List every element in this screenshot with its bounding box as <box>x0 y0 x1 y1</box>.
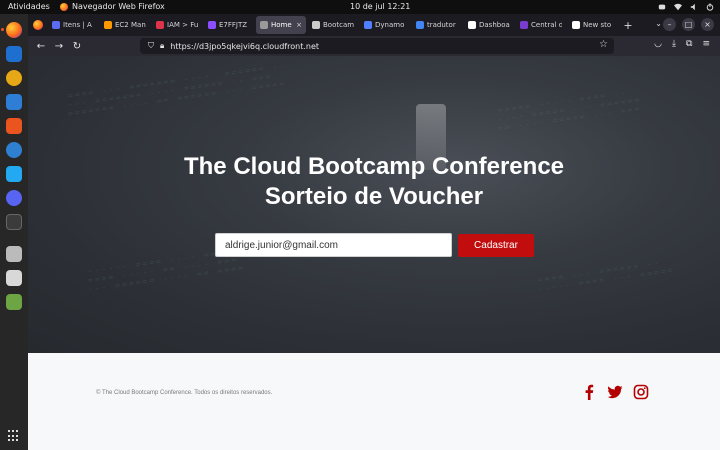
forward-icon[interactable]: → <box>50 41 68 52</box>
shield-icon[interactable]: ⛉ <box>148 41 154 51</box>
drive-icon[interactable] <box>6 246 22 262</box>
title-line-2: Sorteio de Voucher <box>264 183 484 210</box>
writer-launcher-icon[interactable] <box>6 94 22 110</box>
app-name-label: Navegador Web Firefox <box>72 2 165 11</box>
browser-tab[interactable]: tradutor <box>412 16 462 34</box>
tab-label: Dashboa <box>479 21 510 29</box>
discord-launcher-icon[interactable] <box>6 190 22 206</box>
bookmark-star-icon[interactable]: ☆ <box>599 39 608 50</box>
software-center-icon[interactable] <box>6 118 22 134</box>
tab-label: Central d <box>531 21 562 29</box>
tab-label: Home - Th <box>271 21 293 29</box>
tab-strip: Itens | A EC2 Man IAM > Fu E7FFJTZ Home - Th… <box>28 14 720 36</box>
downloads-icon[interactable]: ⤓ <box>672 39 676 49</box>
back-icon[interactable]: ← <box>32 41 50 52</box>
url-text[interactable]: https://d3jpo5qkejvi6q.cloudfront.net <box>170 42 319 51</box>
browser-tab[interactable]: Home - Th× <box>256 16 306 34</box>
firefox-view-button[interactable] <box>28 14 48 36</box>
activities-button[interactable]: Atividades <box>8 0 50 14</box>
tab-favicon-icon <box>312 21 320 29</box>
url-bar[interactable]: ⛉ 🔒︎ https://d3jpo5qkejvi6q.cloudfront.n… <box>140 38 614 54</box>
instagram-icon[interactable] <box>633 384 649 400</box>
help-icon[interactable] <box>6 142 22 158</box>
firefox-logo-icon <box>33 20 43 30</box>
toolbar-right: ◡ ⤓ ⧉ ≡ <box>654 39 710 49</box>
lock-icon[interactable]: 🔒︎ <box>160 41 164 51</box>
email-field[interactable] <box>215 233 452 257</box>
browser-tab[interactable]: Bootcam <box>308 16 358 34</box>
firefox-icon <box>60 3 68 11</box>
browser-tab[interactable]: Itens | A <box>48 16 98 34</box>
usb-drive-icon[interactable] <box>6 270 22 286</box>
menu-icon[interactable]: ≡ <box>702 39 710 49</box>
tab-label: New sto <box>583 21 612 29</box>
dock <box>0 14 28 450</box>
system-tray[interactable] <box>658 0 714 14</box>
discord-tray-icon[interactable] <box>658 3 666 11</box>
terminal-launcher-icon[interactable] <box>6 214 22 230</box>
extensions-icon[interactable]: ⧉ <box>686 39 692 49</box>
background-code-texture: ==== --- ====== -- ----- ==== --- ===== <box>538 258 675 294</box>
browser-tab[interactable]: Dashboa <box>464 16 514 34</box>
browser-tab[interactable]: New sto <box>568 16 618 34</box>
close-tab-icon[interactable]: × <box>296 21 302 29</box>
tab-label: EC2 Man <box>115 21 146 29</box>
show-apps-icon[interactable] <box>8 430 20 442</box>
tab-label: tradutor <box>427 21 456 29</box>
hero-section: ==== --- ======= ---- ====== -- --- ====… <box>28 56 720 353</box>
tab-favicon-icon <box>520 21 528 29</box>
twitter-icon[interactable] <box>607 384 623 400</box>
footer-copyright: © The Cloud Bootcamp Conference. Todos o… <box>96 390 273 396</box>
pocket-icon[interactable]: ◡ <box>654 39 662 49</box>
rhythmbox-launcher-icon[interactable] <box>6 70 22 86</box>
wifi-icon[interactable] <box>674 3 682 11</box>
firefox-launcher-icon[interactable] <box>1 22 22 38</box>
app-menu[interactable]: Navegador Web Firefox <box>60 0 165 14</box>
tab-favicon-icon <box>52 21 60 29</box>
tab-label: IAM > Fu <box>167 21 198 29</box>
nav-bar: ← → ↻ ⛉ 🔒︎ https://d3jpo5qkejvi6q.cloudf… <box>28 36 720 56</box>
title-line-1: The Cloud Bootcamp Conference <box>183 153 565 180</box>
tab-favicon-icon <box>468 21 476 29</box>
volume-icon[interactable] <box>690 3 698 11</box>
clock[interactable]: 10 de jul 12:21 <box>350 0 410 14</box>
power-icon[interactable] <box>706 3 714 11</box>
tab-favicon-icon <box>208 21 216 29</box>
browser-tab[interactable]: Central d <box>516 16 566 34</box>
vscode-launcher-icon[interactable] <box>6 166 22 182</box>
close-icon[interactable]: × <box>701 18 714 31</box>
tab-favicon-icon <box>260 21 268 29</box>
browser-tab[interactable]: IAM > Fu <box>152 16 202 34</box>
tab-label: Bootcam <box>323 21 354 29</box>
minimize-icon[interactable]: – <box>663 18 676 31</box>
tab-favicon-icon <box>572 21 580 29</box>
tabs-container: Itens | A EC2 Man IAM > Fu E7FFJTZ Home - Th… <box>48 16 620 34</box>
cadastrar-button[interactable]: Cadastrar <box>458 234 534 257</box>
maximize-icon[interactable]: □ <box>682 18 695 31</box>
browser-tab[interactable]: EC2 Man <box>100 16 150 34</box>
trash-icon[interactable] <box>6 294 22 310</box>
window-controls: – □ × <box>663 18 714 31</box>
facebook-icon[interactable] <box>581 384 597 400</box>
list-all-tabs-button[interactable]: ⌄ <box>655 19 662 28</box>
background-code-texture: ==== --- ======= ---- ====== -- --- ====… <box>68 60 287 119</box>
page-title: The Cloud Bootcamp Conference Sorteio de… <box>28 152 720 212</box>
browser-tab[interactable]: E7FFJTZ <box>204 16 254 34</box>
tab-favicon-icon <box>364 21 372 29</box>
browser-tab[interactable]: Dynamo <box>360 16 410 34</box>
background-code-texture: ===== ----- ==== -- ---- ===== --- =====… <box>498 87 642 134</box>
tab-favicon-icon <box>156 21 164 29</box>
tab-label: Itens | A <box>63 21 92 29</box>
thunderbird-launcher-icon[interactable] <box>6 46 22 62</box>
tab-label: Dynamo <box>375 21 405 29</box>
tab-favicon-icon <box>104 21 112 29</box>
tab-favicon-icon <box>416 21 424 29</box>
tab-label: E7FFJTZ <box>219 21 248 29</box>
new-tab-button[interactable]: + <box>620 19 636 32</box>
reload-icon[interactable]: ↻ <box>68 41 86 52</box>
system-top-bar: Atividades Navegador Web Firefox 10 de j… <box>0 0 720 14</box>
footer: © The Cloud Bootcamp Conference. Todos o… <box>28 353 720 450</box>
